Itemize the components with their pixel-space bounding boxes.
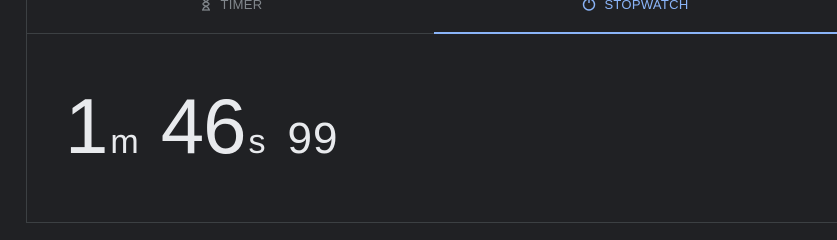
minutes-value: 1 <box>65 82 108 170</box>
hourglass-icon <box>199 0 213 11</box>
minutes-unit: m <box>110 123 139 161</box>
tab-bar: TIMER STOPWATCH <box>27 0 837 34</box>
seconds-unit: s <box>248 123 266 161</box>
elapsed-time-display: 1 m 46 s 99 <box>65 86 338 166</box>
stopwatch-icon <box>582 0 596 11</box>
tab-timer[interactable]: TIMER <box>27 0 434 34</box>
tab-timer-label: TIMER <box>220 0 263 12</box>
seconds-value: 46 <box>160 82 247 170</box>
tab-stopwatch-label: STOPWATCH <box>604 0 689 12</box>
tab-stopwatch[interactable]: STOPWATCH <box>434 0 837 34</box>
stopwatch-card: TIMER STOPWATCH 1 m 46 s 99 <box>26 0 837 223</box>
hundredths-value: 99 <box>287 114 339 163</box>
